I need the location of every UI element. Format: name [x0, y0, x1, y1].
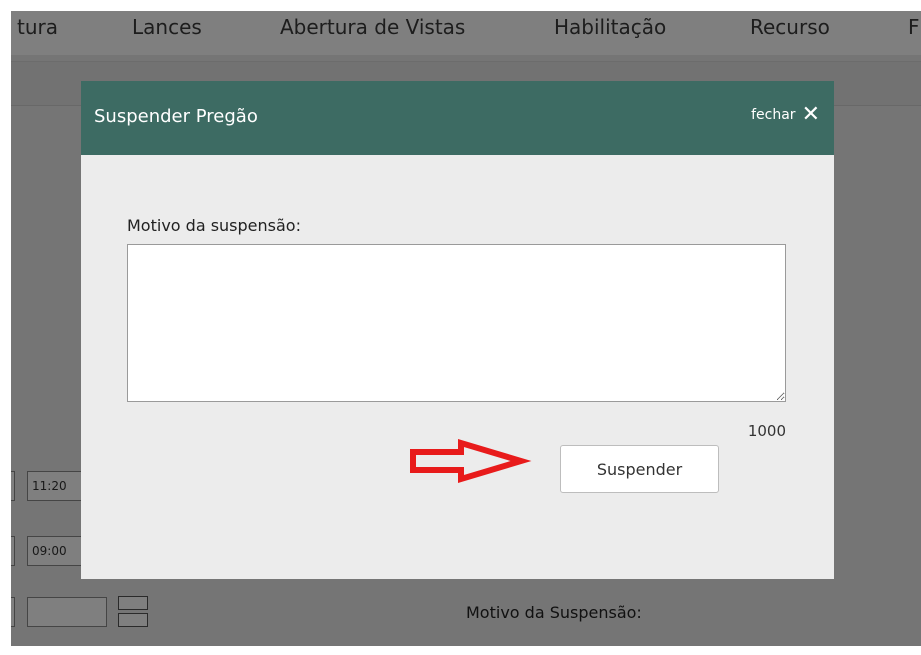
annotation-arrow-icon — [410, 438, 532, 484]
close-icon[interactable]: ✕ — [802, 104, 820, 126]
suspend-button[interactable]: Suspender — [560, 445, 719, 493]
arrow-shape — [410, 438, 532, 484]
screenshot-border-left — [0, 0, 11, 655]
dialog-title: Suspender Pregão — [94, 106, 258, 127]
close-button[interactable]: fechar ✕ — [751, 104, 820, 126]
screenshot-border-bottom — [0, 646, 921, 655]
suspend-dialog: Suspender Pregão fechar ✕ Motivo da susp… — [81, 81, 834, 579]
reason-label: Motivo da suspensão: — [127, 216, 301, 235]
close-label: fechar — [751, 107, 796, 123]
char-counter: 1000 — [747, 422, 786, 440]
dialog-header: Suspender Pregão fechar ✕ — [81, 81, 834, 155]
screenshot-border-top — [0, 0, 921, 11]
reason-textarea[interactable] — [127, 244, 786, 402]
